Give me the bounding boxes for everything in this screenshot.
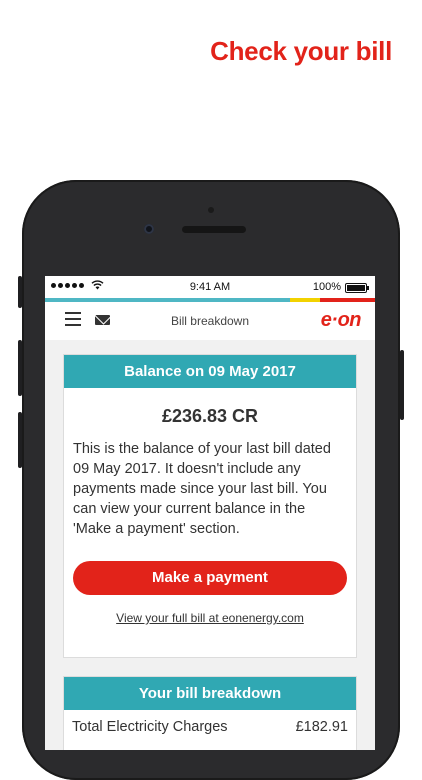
phone-screen: 9:41 AM 100% Bill breakdown e·on Balance…: [45, 276, 375, 750]
balance-description: This is the balance of your last bill da…: [73, 441, 331, 537]
breakdown-row-value: £182.91: [295, 719, 348, 735]
make-payment-button[interactable]: Make a payment: [73, 561, 347, 595]
breakdown-card-title: Your bill breakdown: [64, 677, 356, 710]
app-header: Bill breakdown e·on: [45, 302, 375, 341]
page-headline: Check your bill: [210, 36, 392, 66]
volume-down-button: [18, 412, 22, 468]
full-bill-link[interactable]: View your full bill at eonenergy.com: [64, 611, 356, 625]
breakdown-row[interactable]: Total Electricity Charges £182.91: [64, 710, 356, 744]
front-camera: [144, 224, 154, 234]
battery-icon: [345, 283, 369, 293]
eon-logo[interactable]: e·on: [321, 309, 362, 332]
balance-amount: £236.83 CR: [161, 406, 259, 426]
main-content: Balance on 09 May 2017 £236.83 CR This i…: [45, 340, 375, 750]
breakdown-row-label: Total Electricity Charges: [72, 719, 228, 735]
earpiece-speaker: [182, 226, 246, 233]
balance-card-title: Balance on 09 May 2017: [64, 355, 356, 388]
mute-switch: [18, 276, 22, 308]
balance-card: Balance on 09 May 2017 £236.83 CR This i…: [63, 354, 357, 658]
power-button: [400, 350, 404, 420]
proximity-sensor: [208, 207, 214, 213]
breakdown-card: Your bill breakdown Total Electricity Ch…: [63, 676, 357, 750]
status-bar: 9:41 AM 100%: [45, 276, 375, 298]
volume-up-button: [18, 340, 22, 396]
battery-percentage: 100%: [312, 281, 341, 293]
